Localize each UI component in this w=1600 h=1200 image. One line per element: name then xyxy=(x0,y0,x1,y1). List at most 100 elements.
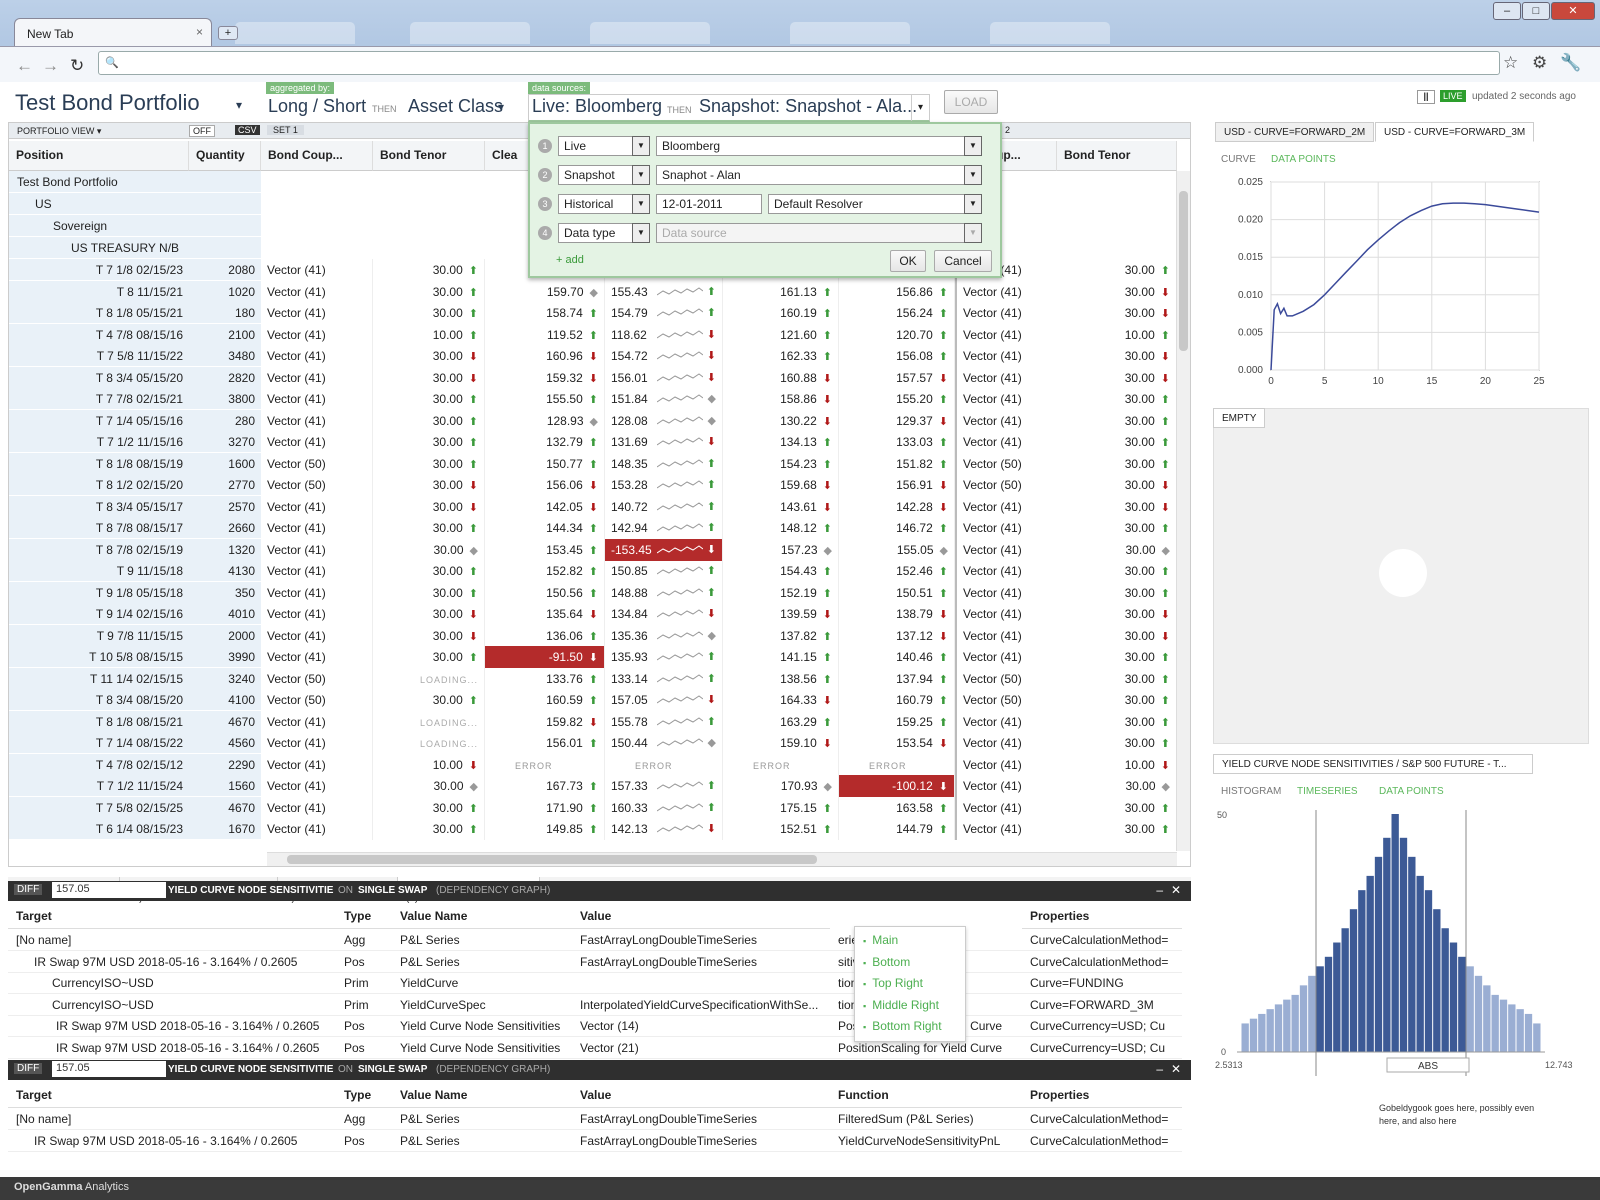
vector-cell[interactable]: Vector (41) xyxy=(955,560,1057,582)
value-cell[interactable]: 30.00 ⬇ xyxy=(373,624,485,647)
value-cell[interactable]: 30.00 ⬇ xyxy=(1057,603,1177,625)
value-cell[interactable]: 159.70 ◆ xyxy=(485,280,605,303)
value-cell[interactable]: 161.13 ⬆ xyxy=(723,280,839,303)
value-cell[interactable]: 159.68 ⬇ xyxy=(723,474,839,496)
value-cell[interactable]: 156.01 ⬇ xyxy=(605,366,723,389)
vector-cell[interactable]: Vector (41) xyxy=(955,818,1057,840)
vector-cell[interactable]: Vector (41) xyxy=(261,753,373,776)
menu-item[interactable]: ▪ Middle Right xyxy=(863,998,939,1012)
value-cell[interactable]: 140.46 ⬆ xyxy=(839,646,955,668)
value-cell[interactable]: 30.00 ⬇ xyxy=(1057,280,1177,303)
menu-item[interactable]: ▪ Top Right xyxy=(863,976,923,990)
value-cell[interactable]: 30.00 ◆ xyxy=(373,775,485,797)
value-cell[interactable]: 153.54 ⬇ xyxy=(839,732,955,754)
vector-cell[interactable]: Vector (50) xyxy=(261,689,373,711)
value-cell[interactable]: 156.01 ⬆ xyxy=(485,732,605,754)
position-cell[interactable]: T 8 3/4 05/15/20 xyxy=(9,366,189,389)
value-cell[interactable]: 30.00 ⬆ xyxy=(373,689,485,711)
minimize-button[interactable]: – xyxy=(1493,2,1521,20)
value-cell[interactable]: 151.82 ⬆ xyxy=(839,452,955,475)
chevron-down-icon[interactable]: ▼ xyxy=(964,165,982,185)
value-cell[interactable]: 164.33 ⬇ xyxy=(723,689,839,711)
column-header[interactable]: Quantity xyxy=(189,141,261,171)
data-type-select[interactable]: Data type ▼ xyxy=(558,223,650,243)
value-cell[interactable]: 160.59 ⬆ xyxy=(485,689,605,711)
position-cell[interactable]: T 7 5/8 11/15/22 xyxy=(9,345,189,367)
vector-cell[interactable]: Vector (41) xyxy=(261,517,373,539)
vector-cell[interactable]: Vector (41) xyxy=(261,775,373,797)
value-cell[interactable]: 30.00 ⬇ xyxy=(1057,366,1177,389)
value-cell[interactable]: 30.00 ⬆ xyxy=(1057,710,1177,733)
position-cell[interactable]: T 8 1/8 05/15/21 xyxy=(9,302,189,324)
value-cell[interactable]: 160.33 ⬆ xyxy=(605,796,723,819)
menu-item[interactable]: ▪ Bottom xyxy=(863,955,910,969)
chevron-down-icon[interactable]: ▼ xyxy=(632,165,650,185)
reload-icon[interactable]: ↻ xyxy=(70,56,84,76)
value-cell[interactable]: 159.10 ⬇ xyxy=(723,732,839,754)
value-cell[interactable]: 30.00 ⬆ xyxy=(1057,689,1177,711)
vector-cell[interactable]: Vector (41) xyxy=(955,495,1057,518)
value-cell[interactable]: 160.96 ⬇ xyxy=(485,345,605,367)
position-cell[interactable]: T 10 5/8 08/15/15 xyxy=(9,646,189,668)
background-tab[interactable] xyxy=(590,22,710,44)
value-cell[interactable]: 10.00 ⬆ xyxy=(1057,323,1177,346)
value-cell[interactable]: 146.72 ⬆ xyxy=(839,517,955,539)
vector-cell[interactable]: Vector (50) xyxy=(261,452,373,475)
csv-button[interactable]: CSV xyxy=(235,125,260,135)
data-type-select[interactable]: Snapshot ▼ xyxy=(558,165,650,185)
vector-cell[interactable]: Vector (50) xyxy=(261,667,373,690)
column-header[interactable]: Position xyxy=(9,141,189,171)
value-cell[interactable]: 154.72 ⬇ xyxy=(605,345,723,367)
value-cell[interactable]: 134.13 ⬆ xyxy=(723,431,839,453)
position-cell[interactable]: T 8 11/15/21 xyxy=(9,280,189,303)
value-cell[interactable]: 30.00 ⬆ xyxy=(1057,796,1177,819)
portfolio-view-menu[interactable]: PORTFOLIO VIEW ▾ xyxy=(17,126,101,137)
value-cell[interactable]: 133.03 ⬆ xyxy=(839,431,955,453)
value-cell[interactable]: LOADING... xyxy=(373,732,485,754)
vector-cell[interactable]: Vector (41) xyxy=(955,646,1057,668)
diff-toggle[interactable]: DIFF xyxy=(14,1063,43,1074)
value-cell[interactable]: 30.00 ⬇ xyxy=(1057,495,1177,518)
value-cell[interactable]: 144.34 ⬆ xyxy=(485,517,605,539)
vector-cell[interactable]: Vector (41) xyxy=(955,581,1057,604)
cancel-button[interactable]: Cancel xyxy=(934,250,992,272)
position-cell[interactable]: T 7 1/2 11/15/24 xyxy=(9,775,189,797)
value-cell[interactable]: 142.05 ⬇ xyxy=(485,495,605,518)
vector-cell[interactable]: Vector (41) xyxy=(955,388,1057,410)
position-cell[interactable]: T 9 1/4 02/15/16 xyxy=(9,603,189,625)
value-cell[interactable]: 135.93 ⬆ xyxy=(605,646,723,668)
chevron-down-icon[interactable]: ▼ xyxy=(632,136,650,156)
vector-cell[interactable]: Vector (41) xyxy=(261,388,373,410)
value-cell[interactable]: 156.08 ⬆ xyxy=(839,345,955,367)
value-cell[interactable]: 118.62 ⬇ xyxy=(605,323,723,346)
value-cell[interactable]: ERROR xyxy=(605,753,723,776)
value-cell[interactable]: 150.44 ◆ xyxy=(605,732,723,754)
value-cell[interactable]: 30.00 ⬆ xyxy=(373,796,485,819)
tab-forward-3m[interactable]: USD - CURVE=FORWARD_3M xyxy=(1375,122,1535,142)
value-cell[interactable]: 160.79 ⬆ xyxy=(839,689,955,711)
vertical-scrollbar[interactable] xyxy=(1176,171,1190,851)
data-source-select[interactable]: Data source ▼ xyxy=(656,223,982,243)
value-cell[interactable]: 140.72 ⬆ xyxy=(605,495,723,518)
table-cell[interactable]: FastArrayLongDoubleTimeSeries xyxy=(572,1130,830,1152)
forward-icon[interactable]: → xyxy=(42,56,59,76)
position-cell[interactable]: T 8 7/8 02/15/19 xyxy=(9,538,189,561)
browser-tab-active[interactable]: New Tab × xyxy=(14,18,212,46)
data-points-link[interactable]: DATA POINTS xyxy=(1271,154,1336,165)
value-cell[interactable]: 155.78 ⬆ xyxy=(605,710,723,733)
value-cell[interactable]: 133.76 ⬆ xyxy=(485,667,605,690)
value-cell[interactable]: 30.00 ⬇ xyxy=(1057,474,1177,496)
add-data-source-link[interactable]: + add xyxy=(556,254,584,266)
position-cell[interactable]: T 7 1/4 08/15/22 xyxy=(9,732,189,754)
value-cell[interactable]: 155.20 ⬆ xyxy=(839,388,955,410)
data-sources-selector[interactable]: Live: Bloomberg THEN Snapshot: Snapshot … xyxy=(528,94,930,122)
position-cell[interactable]: T 8 1/8 08/15/19 xyxy=(9,452,189,475)
vector-cell[interactable]: Vector (41) xyxy=(955,409,1057,432)
bookmark-star-icon[interactable]: ☆ xyxy=(1503,53,1518,73)
position-cell[interactable]: T 8 1/2 02/15/20 xyxy=(9,474,189,496)
vector-cell[interactable]: Vector (41) xyxy=(955,753,1057,776)
value-cell[interactable]: 10.00 ⬇ xyxy=(373,753,485,776)
value-cell[interactable]: 30.00 ⬆ xyxy=(1057,560,1177,582)
position-cell[interactable]: T 7 7/8 02/15/21 xyxy=(9,388,189,410)
position-cell[interactable]: T 9 7/8 11/15/15 xyxy=(9,624,189,647)
